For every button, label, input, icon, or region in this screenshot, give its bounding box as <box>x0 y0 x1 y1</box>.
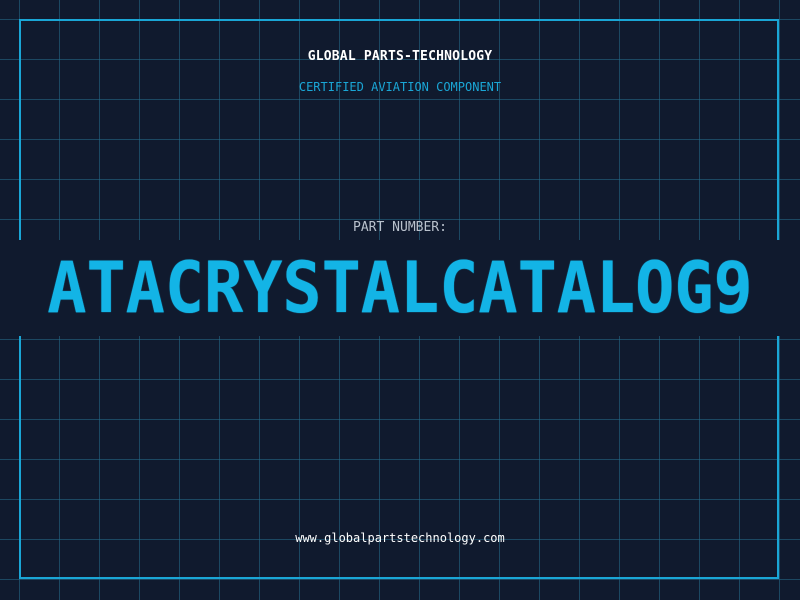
company-name: GLOBAL PARTS-TECHNOLOGY <box>307 49 493 64</box>
part-number-label: PART NUMBER: <box>353 220 447 235</box>
part-number-value: ATACRYSTALCATALOG9 <box>47 247 753 329</box>
certification-subtitle: CERTIFIED AVIATION COMPONENT <box>298 80 502 94</box>
part-number-band: ATACRYSTALCATALOG9 <box>0 240 800 336</box>
website-url: www.globalpartstechnology.com <box>295 531 505 545</box>
certificate-canvas: GLOBAL PARTS-TECHNOLOGY CERTIFIED AVIATI… <box>0 0 800 600</box>
